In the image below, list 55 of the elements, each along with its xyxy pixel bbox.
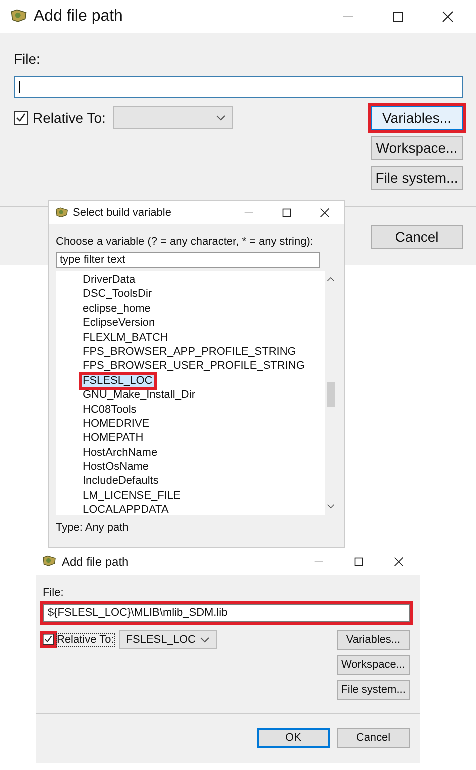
dialog-button[interactable]: Cancel [337, 728, 410, 748]
dialog-button[interactable]: Cancel [371, 225, 463, 249]
dialog-button[interactable]: Variables... [337, 630, 410, 650]
prompt-text: Choose a variable (? = any character, * = any string): [56, 236, 314, 248]
variable-item[interactable]: HostOsName [82, 461, 150, 474]
window-title: Add file path [34, 8, 123, 26]
variable-item[interactable]: HOMEPATH [82, 432, 145, 444]
variable-item[interactable]: DSC_ToolsDir [82, 288, 154, 300]
maximize-icon[interactable] [282, 208, 292, 218]
dialog-button[interactable]: File system... [337, 680, 410, 700]
chevron-down-icon [216, 114, 226, 120]
checkbox[interactable] [43, 634, 54, 645]
dialog-button[interactable]: OK [257, 728, 330, 748]
file-path-field[interactable]: ${FSLESL_LOC}\MLIB\mlib_SDM.lib [43, 604, 410, 622]
relative-to-dropdown[interactable]: FSLESL_LOC [119, 630, 218, 649]
variable-item[interactable]: FPS_BROWSER_USER_PROFILE_STRING [82, 360, 306, 372]
maximize-icon[interactable] [392, 10, 404, 22]
variable-item[interactable]: EclipseVersion [82, 317, 156, 330]
variable-item[interactable]: FPS_BROWSER_APP_PROFILE_STRING [82, 346, 298, 358]
variable-item[interactable]: IncludeDefaults [82, 475, 160, 488]
dialog-button[interactable]: Variables... [371, 106, 463, 130]
variable-item[interactable]: eclipse_home [82, 302, 152, 315]
file-label: File: [43, 587, 65, 599]
file-path-field[interactable] [14, 76, 463, 98]
file-label: File: [14, 51, 42, 67]
scroll-up-icon[interactable] [327, 277, 335, 282]
variable-item[interactable]: HC08Tools [82, 404, 138, 416]
close-icon[interactable] [442, 10, 454, 22]
type-text: Type: Any path [56, 522, 130, 534]
chevron-down-icon [200, 636, 210, 642]
app-icon [42, 555, 57, 568]
variable-item[interactable]: HOMEDRIVE [82, 418, 151, 430]
variable-item[interactable]: HostArchName [82, 446, 159, 459]
close-icon[interactable] [394, 556, 404, 566]
filter-field[interactable]: type filter text [56, 252, 320, 268]
variable-item[interactable]: LM_LICENSE_FILE [82, 490, 182, 502]
scroll-down-icon[interactable] [327, 504, 335, 509]
variable-item[interactable]: FLEXLM_BATCH [82, 332, 170, 344]
relative-to-label: Relative To: [33, 110, 106, 126]
variable-item[interactable]: DriverData [82, 274, 137, 286]
dialog-button[interactable]: Workspace... [337, 655, 410, 675]
dialog-button[interactable]: File system... [371, 166, 463, 190]
checkbox[interactable] [14, 110, 28, 124]
window-title: Add file path [62, 554, 129, 568]
close-icon[interactable] [320, 208, 330, 218]
variable-item[interactable]: FSLESL_LOC [82, 374, 154, 387]
relative-to-label: Relative To: [57, 634, 114, 646]
variable-item[interactable]: LOCALAPPDATA [82, 504, 170, 516]
variable-item[interactable]: GNU_Make_Install_Dir [82, 389, 196, 402]
scrollbar-thumb[interactable] [327, 382, 335, 407]
dialog-button[interactable]: Workspace... [371, 136, 463, 160]
window-title: Select build variable [73, 206, 172, 218]
maximize-icon[interactable] [354, 556, 364, 566]
app-icon [55, 206, 69, 218]
app-icon [10, 9, 28, 24]
